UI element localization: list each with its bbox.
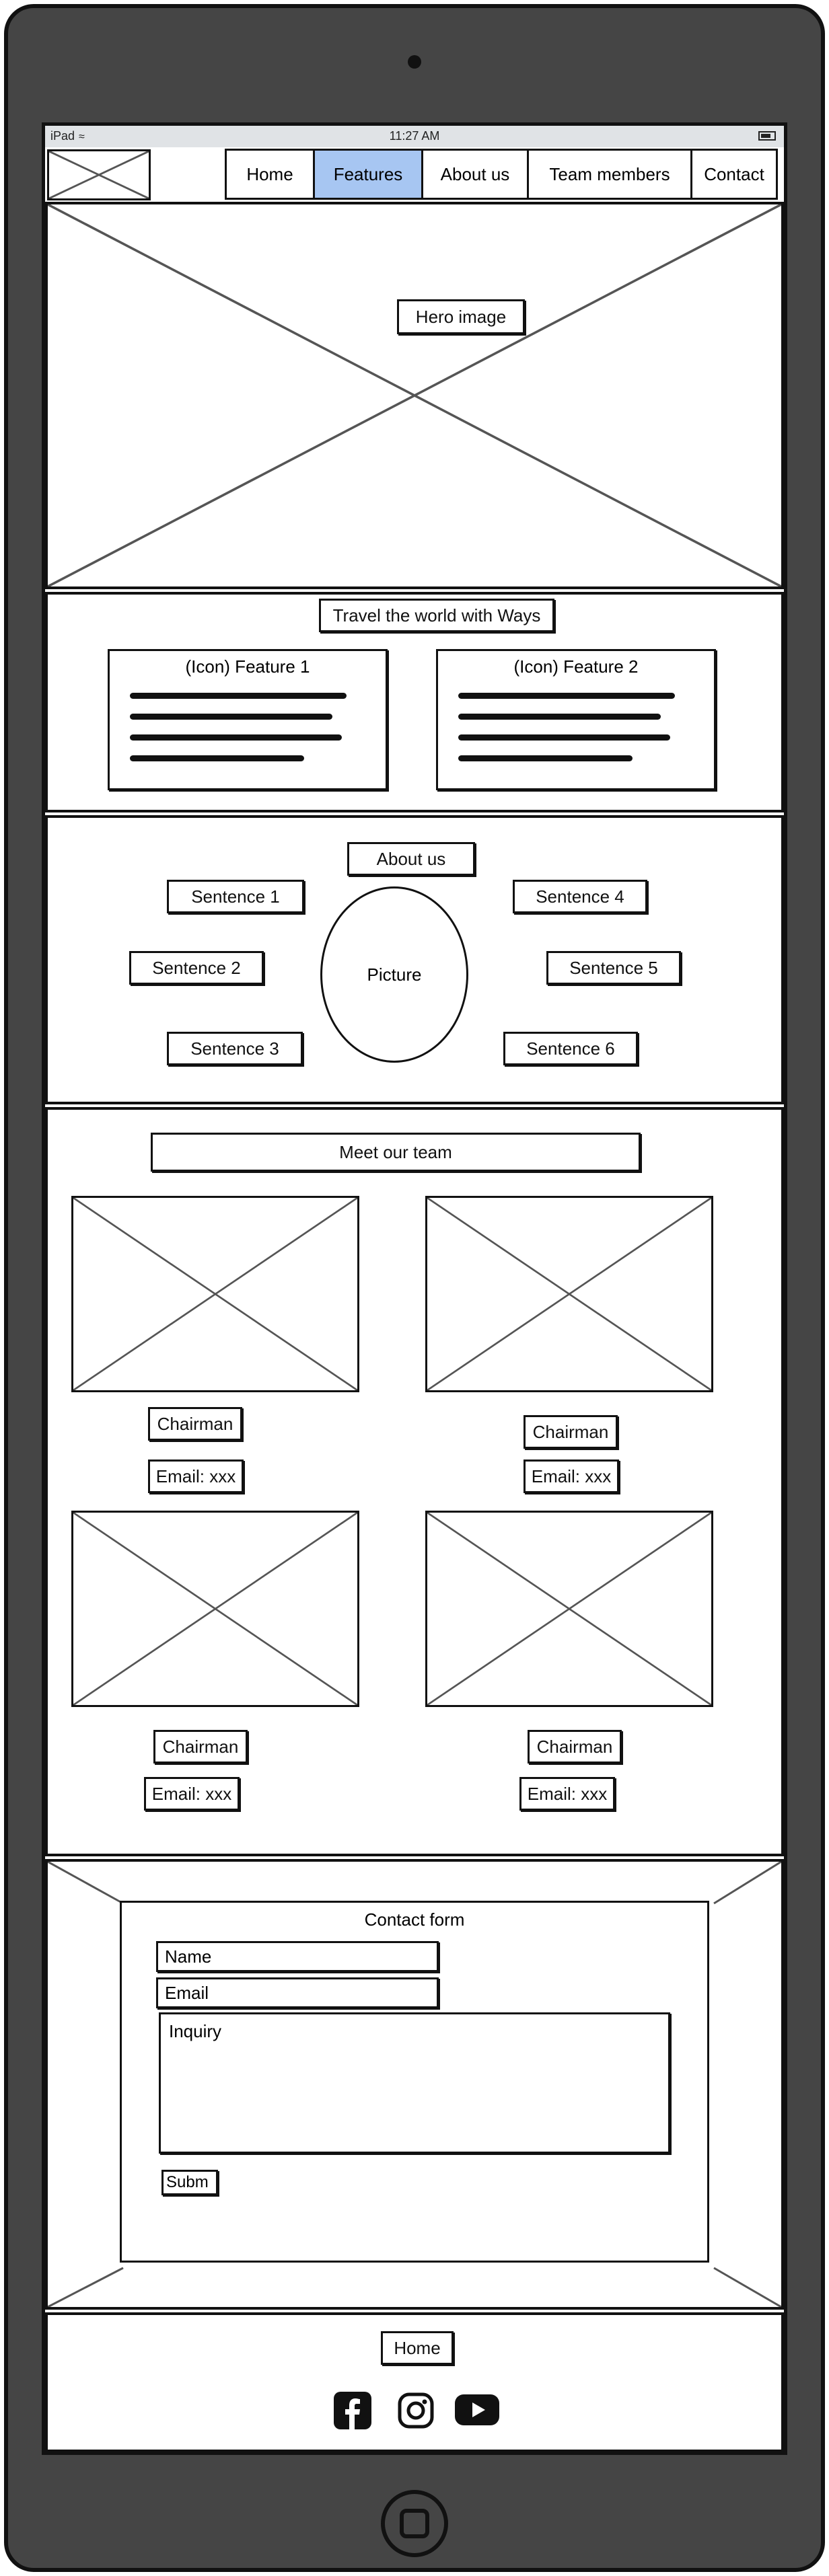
nav-features[interactable]: Features (315, 151, 423, 198)
team-member-photo (425, 1196, 713, 1392)
sentence-6: Sentence 6 (503, 1032, 638, 1065)
sentence-3: Sentence 3 (167, 1032, 303, 1065)
email-field[interactable]: Email (156, 1977, 439, 2008)
member-email: Email: xxx (148, 1460, 244, 1493)
about-picture: Picture (320, 886, 468, 1063)
battery-icon (758, 131, 776, 141)
facebook-icon[interactable] (334, 2392, 371, 2429)
team-heading: Meet our team (151, 1133, 641, 1172)
nav-team-members[interactable]: Team members (529, 151, 692, 198)
sentence-2: Sentence 2 (129, 951, 264, 985)
member-role: Chairman (524, 1415, 618, 1449)
status-time: 11:27 AM (389, 129, 440, 143)
logo-placeholder[interactable] (47, 149, 151, 200)
nav-contact[interactable]: Contact (692, 151, 776, 198)
contact-form-title: Contact form (364, 1909, 465, 1930)
home-button-square-icon (400, 2509, 429, 2538)
inquiry-textarea[interactable]: Inquiry (159, 2012, 670, 2154)
camera-icon (408, 55, 421, 69)
member-role: Chairman (153, 1730, 248, 1764)
feature-card-2: (Icon) Feature 2 (436, 649, 716, 790)
feature-card-title: (Icon) Feature 1 (185, 656, 310, 677)
nav-about-us[interactable]: About us (423, 151, 529, 198)
team-member-photo (425, 1511, 713, 1707)
team-member-photo (71, 1196, 359, 1392)
placeholder-text (130, 693, 365, 776)
team-member-photo (71, 1511, 359, 1707)
feature-card-1: (Icon) Feature 1 (108, 649, 388, 790)
instagram-icon[interactable] (397, 2392, 435, 2429)
hero-label: Hero image (397, 299, 525, 334)
sentence-4: Sentence 4 (513, 880, 647, 913)
feature-card-title: (Icon) Feature 2 (513, 656, 639, 677)
sentence-5: Sentence 5 (546, 951, 681, 985)
youtube-icon[interactable] (455, 2393, 499, 2427)
main-nav: Home Features About us Team members Cont… (225, 149, 778, 200)
status-bar: iPad ≈ 11:27 AM (45, 126, 784, 147)
member-role: Chairman (528, 1730, 622, 1764)
member-email: Email: xxx (519, 1777, 615, 1811)
member-email: Email: xxx (524, 1460, 619, 1493)
submit-button[interactable]: Subm (161, 2170, 218, 2195)
name-field[interactable]: Name (156, 1941, 439, 1972)
footer-home-link[interactable]: Home (381, 2331, 454, 2365)
hero-image (45, 202, 784, 589)
member-role: Chairman (148, 1407, 242, 1441)
sentence-1: Sentence 1 (167, 880, 304, 913)
nav-home[interactable]: Home (227, 151, 315, 198)
features-heading: Travel the world with Ways (319, 599, 554, 632)
placeholder-text (458, 693, 694, 776)
about-heading: About us (347, 842, 475, 876)
member-email: Email: xxx (144, 1777, 240, 1811)
